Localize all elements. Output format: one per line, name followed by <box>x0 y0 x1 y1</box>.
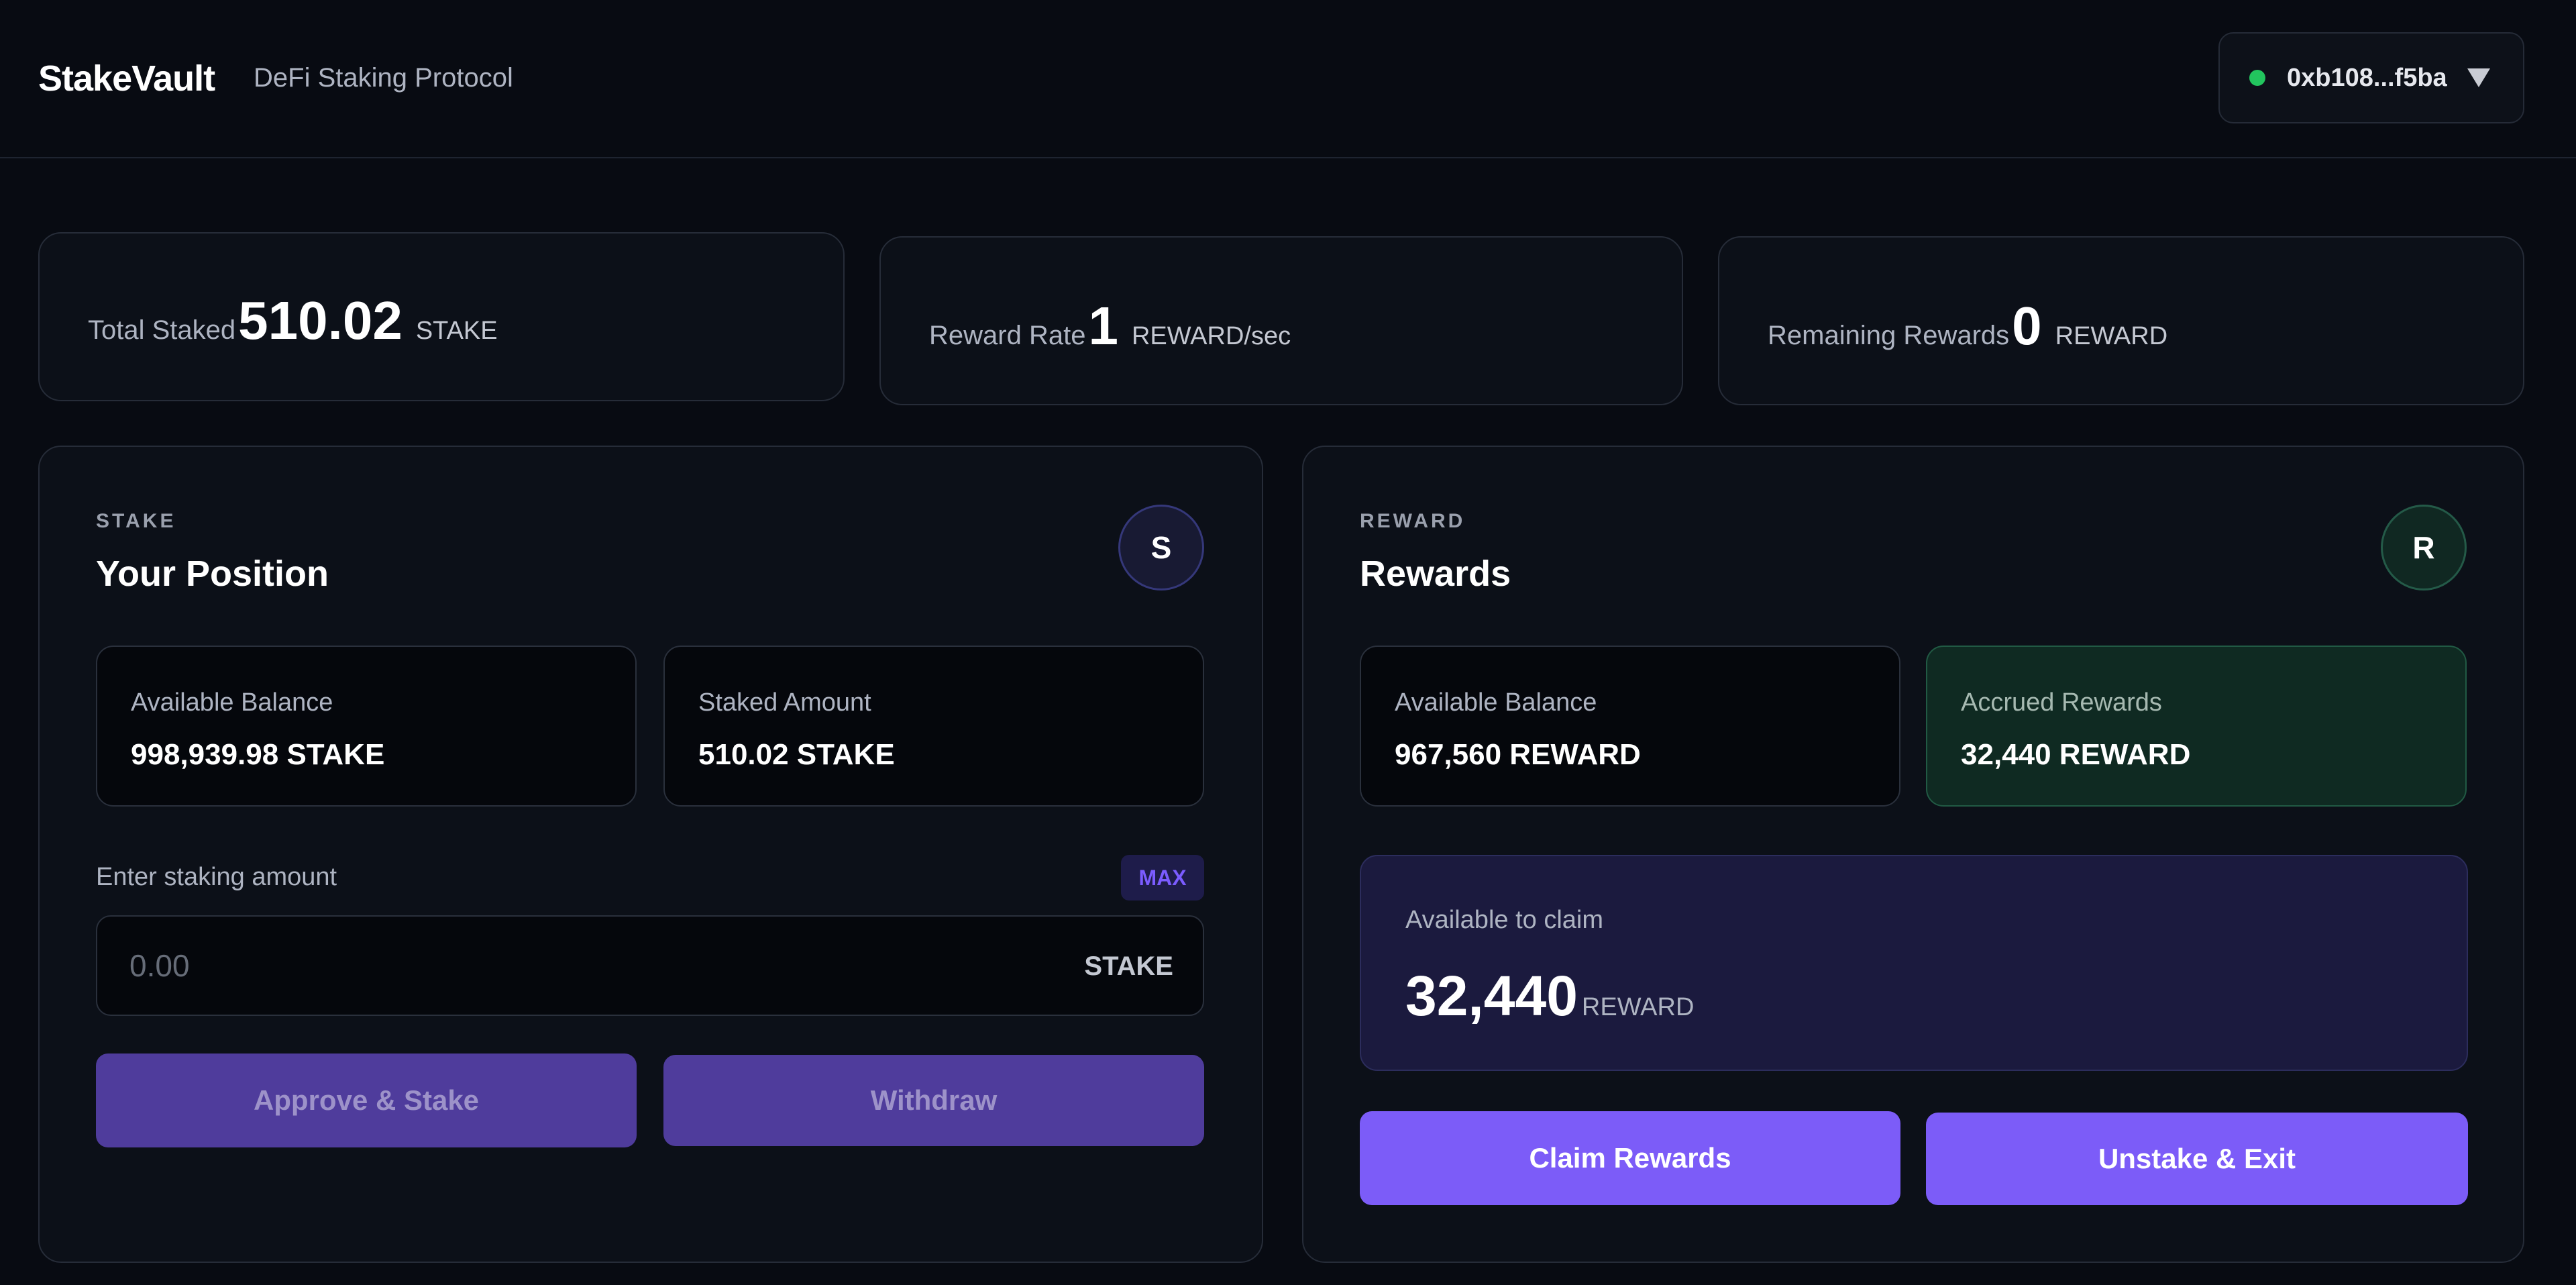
staking-amount-input[interactable] <box>97 917 1036 1015</box>
stat-card-remaining-rewards: Remaining Rewards 0 REWARD <box>1718 236 2524 405</box>
stat-value: 0 <box>2012 296 2042 356</box>
panel-tag: REWARD <box>1360 510 1466 532</box>
max-button[interactable]: MAX <box>1121 855 1204 901</box>
claim-value: 32,440 <box>1405 964 1578 1027</box>
staked-amount-card: Staked Amount 510.02 STAKE <box>663 646 1204 807</box>
stake-token-badge-icon: S <box>1118 505 1204 590</box>
reward-available-balance-card: Available Balance 967,560 REWARD <box>1360 646 1900 807</box>
approve-stake-button[interactable]: Approve & Stake <box>96 1053 637 1147</box>
stat-unit: STAKE <box>415 317 498 345</box>
mini-value: 510.02 STAKE <box>698 738 895 771</box>
accrued-rewards-card: Accrued Rewards 32,440 REWARD <box>1926 646 2467 807</box>
stat-value: 510.02 <box>238 291 402 350</box>
mini-label: Staked Amount <box>698 688 871 717</box>
claim-unit: REWARD <box>1581 993 1695 1021</box>
claim-amount: 32,440 REWARD <box>1405 964 1694 1029</box>
stat-label: Reward Rate <box>929 321 1086 350</box>
chevron-down-icon <box>2467 68 2490 87</box>
staking-amount-label: Enter staking amount <box>96 863 337 891</box>
panel-title: Your Position <box>96 554 329 594</box>
mini-label: Available Balance <box>1395 688 1597 717</box>
top-header: StakeVault DeFi Staking Protocol 0xb108.… <box>0 0 2576 158</box>
stat-label: Total Staked <box>88 315 236 345</box>
stake-panel: STAKE Your Position S Available Balance … <box>38 446 1263 1263</box>
stat-card-total-staked: Total Staked 510.02 STAKE <box>38 232 845 401</box>
mini-value: 32,440 REWARD <box>1961 738 2191 771</box>
wallet-address: 0xb108...f5ba <box>2287 63 2447 92</box>
mini-value: 967,560 REWARD <box>1395 738 1641 771</box>
mini-label: Available Balance <box>131 688 333 717</box>
stat-value: 1 <box>1088 296 1118 356</box>
unstake-exit-button[interactable]: Unstake & Exit <box>1926 1113 2468 1205</box>
mini-label: Accrued Rewards <box>1961 688 2162 717</box>
stat-unit: REWARD/sec <box>1131 322 1291 350</box>
reward-panel: REWARD Rewards R Available Balance 967,5… <box>1302 446 2524 1263</box>
available-balance-card: Available Balance 998,939.98 STAKE <box>96 646 637 807</box>
panel-title: Rewards <box>1360 554 1511 594</box>
stat-card-reward-rate: Reward Rate 1 REWARD/sec <box>879 236 1683 405</box>
claim-rewards-button[interactable]: Claim Rewards <box>1360 1111 1900 1205</box>
stat-label: Remaining Rewards <box>1768 321 2010 350</box>
panel-tag: STAKE <box>96 510 176 532</box>
brand-tagline: DeFi Staking Protocol <box>254 63 513 93</box>
mini-value: 998,939.98 STAKE <box>131 738 385 771</box>
connected-status-dot-icon <box>2249 70 2265 86</box>
wallet-button[interactable]: 0xb108...f5ba <box>2218 32 2524 123</box>
withdraw-button[interactable]: Withdraw <box>663 1055 1204 1146</box>
claim-label: Available to claim <box>1405 906 1604 934</box>
reward-token-badge-icon: R <box>2381 505 2467 590</box>
stat-unit: REWARD <box>2055 322 2168 350</box>
input-unit: STAKE <box>1084 952 1173 981</box>
staking-amount-field: STAKE <box>96 915 1204 1016</box>
available-to-claim-box: Available to claim 32,440 REWARD <box>1360 855 2468 1071</box>
brand-logo-text[interactable]: StakeVault <box>38 58 215 99</box>
